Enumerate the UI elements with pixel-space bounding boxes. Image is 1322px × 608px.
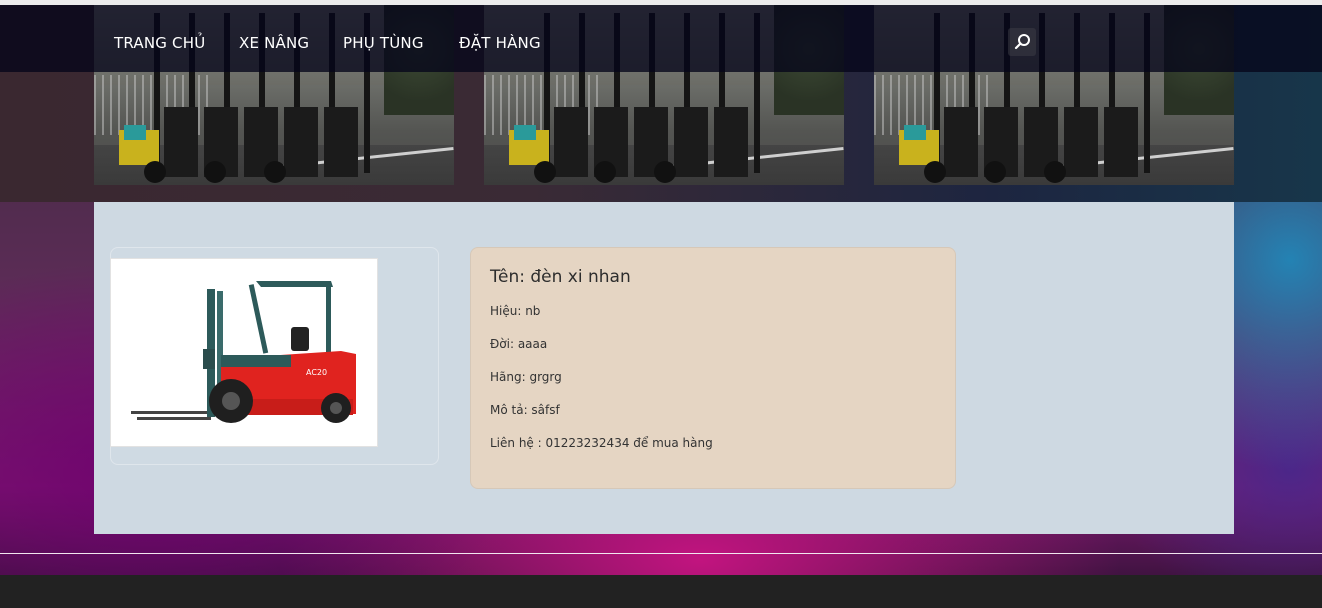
nav-item-xe-nang[interactable]: XE NÂNG xyxy=(239,34,309,52)
product-year: Đời: aaaa xyxy=(490,337,548,351)
product-image[interactable]: AC20 xyxy=(110,258,378,447)
nav-item-trang-chu[interactable]: TRANG CHỦ xyxy=(114,34,205,52)
nav-item-phu-tung[interactable]: PHỤ TÙNG xyxy=(343,34,424,52)
footer xyxy=(0,575,1322,608)
forklift-image: AC20 xyxy=(131,281,356,423)
product-brand: Hiệu: nb xyxy=(490,304,541,318)
nav-item-dat-hang[interactable]: ĐẶT HÀNG xyxy=(459,34,541,52)
svg-text:AC20: AC20 xyxy=(306,368,327,377)
product-title: Tên: đèn xi nhan xyxy=(490,267,631,287)
footer-divider xyxy=(0,553,1322,554)
product-contact: Liên hệ : 01223232434 để mua hàng xyxy=(490,436,713,450)
product-description: Mô tả: sâfsf xyxy=(490,403,560,417)
search-icon xyxy=(1014,34,1030,50)
product-maker: Hãng: grgrg xyxy=(490,370,562,384)
search-button[interactable] xyxy=(1008,28,1036,56)
